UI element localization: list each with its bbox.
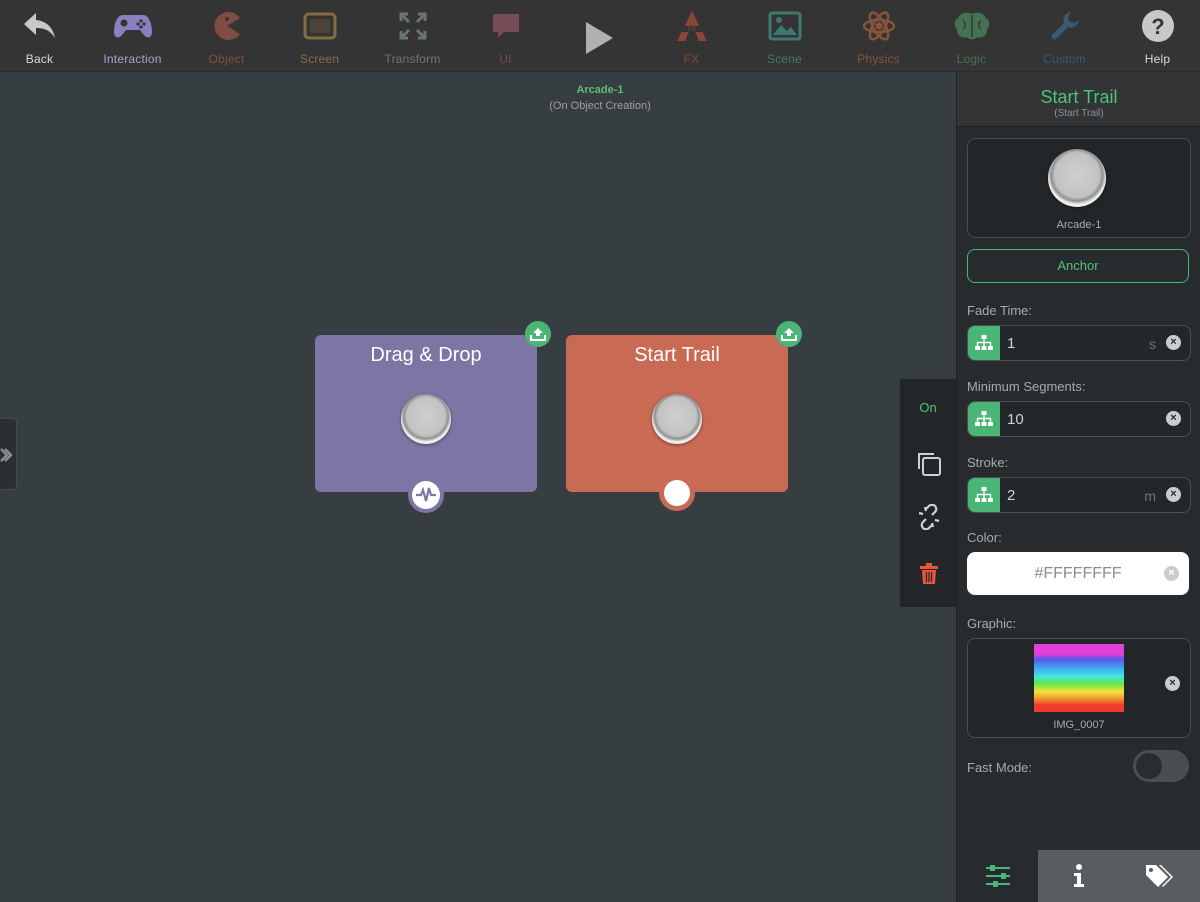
fade-time-label: Fade Time: (967, 303, 1033, 318)
fade-time-value: 1 (1007, 335, 1016, 352)
port-dot (664, 480, 690, 506)
toolbar-object-button[interactable]: Object (180, 0, 273, 71)
graphic-picker[interactable]: IMG_0007 × (967, 638, 1191, 738)
color-swatch-field[interactable]: #FFFFFFFF × (967, 552, 1189, 595)
panel-tab-bar (957, 850, 1200, 902)
clear-icon[interactable]: × (1166, 487, 1181, 502)
hierarchy-icon[interactable] (968, 402, 1000, 436)
toolbar-screen-button[interactable]: Screen (273, 0, 366, 71)
toolbar-logic-button[interactable]: Logic (925, 0, 1018, 71)
help-icon: ? (1138, 6, 1178, 46)
min-segments-label: Minimum Segments: (967, 379, 1086, 394)
back-arrow-icon (20, 6, 60, 46)
arcade-button-thumbnail (652, 394, 702, 444)
stroke-value: 2 (1007, 487, 1016, 504)
rainbow-gradient-image (1034, 644, 1124, 712)
svg-text:?: ? (1151, 14, 1164, 39)
speech-bubble-icon (486, 6, 526, 46)
upload-icon (530, 328, 546, 341)
upload-icon (781, 328, 797, 341)
tablet-icon (300, 6, 340, 46)
info-icon (1073, 864, 1084, 887)
toolbar-ui-button[interactable]: UI (459, 0, 552, 71)
clear-icon[interactable]: × (1166, 411, 1181, 426)
target-object-card[interactable]: Arcade-1 (967, 138, 1191, 238)
toolbar-interaction-button[interactable]: Interaction (86, 0, 179, 71)
brain-icon (952, 6, 992, 46)
node-context-toolbar: On (900, 379, 956, 607)
anchor-button[interactable]: Anchor (967, 249, 1189, 283)
min-segments-field[interactable]: 10 × (967, 401, 1191, 437)
panel-title: Start Trail (1040, 87, 1118, 107)
node-start-trail[interactable]: Start Trail (566, 321, 802, 511)
toolbar-play-button[interactable] (552, 0, 645, 71)
tab-info[interactable] (1038, 850, 1119, 902)
panel-header: Start Trail (Start Trail) (957, 72, 1200, 127)
double-chevron-icon (0, 448, 12, 462)
expand-icon (393, 6, 433, 46)
node-title: Drag & Drop (370, 344, 482, 366)
panel-subtitle: (Start Trail) (1054, 108, 1104, 119)
toolbar-fx-button[interactable]: FX FX (645, 0, 738, 71)
input-port[interactable] (659, 475, 695, 511)
node-drag-and-drop[interactable]: Drag & Drop (315, 321, 551, 513)
fast-mode-toggle[interactable] (1133, 750, 1189, 782)
export-badge[interactable] (525, 321, 551, 347)
toolbar-physics-button[interactable]: Physics (832, 0, 925, 71)
clear-icon[interactable]: × (1166, 335, 1181, 350)
toolbar-scene-button[interactable]: Scene (738, 0, 831, 71)
event-output-port[interactable] (408, 477, 444, 513)
hierarchy-icon[interactable] (968, 326, 1000, 360)
export-badge[interactable] (776, 321, 802, 347)
play-icon (579, 18, 619, 58)
node-title: Start Trail (634, 344, 720, 366)
pulse-icon (412, 481, 440, 509)
graphic-name: IMG_0007 (1053, 719, 1105, 731)
image-icon (765, 6, 805, 46)
sliders-icon (985, 865, 1010, 887)
tab-properties[interactable] (957, 850, 1038, 902)
fade-time-field[interactable]: 1 s × (967, 325, 1191, 361)
color-label: Color: (967, 530, 1002, 545)
toggle-knob (1136, 753, 1162, 779)
unlink-icon[interactable] (916, 503, 942, 535)
toolbar-custom-button[interactable]: Custom (1018, 0, 1111, 71)
stroke-unit: m (1144, 488, 1156, 504)
svg-text:FX: FX (688, 27, 696, 33)
tags-icon (1146, 865, 1173, 887)
fx-icon: FX (672, 6, 712, 46)
properties-panel: Start Trail (Start Trail) Arcade-1 Ancho… (956, 72, 1200, 902)
color-value: #FFFFFFFF (1034, 565, 1122, 582)
min-segments-value: 10 (1007, 411, 1024, 428)
toolbar-back-button[interactable]: Back (0, 0, 86, 71)
toolbar: Back Interaction Object Screen Transform… (0, 0, 1200, 72)
target-object-name: Arcade-1 (1056, 219, 1102, 231)
arcade-button-thumbnail (401, 394, 451, 444)
fast-mode-label: Fast Mode: (967, 760, 1033, 775)
stroke-field[interactable]: 2 m × (967, 477, 1191, 513)
clear-icon[interactable]: × (1165, 676, 1180, 691)
gamepad-icon (113, 6, 153, 46)
pacman-icon (207, 6, 247, 46)
toolbar-transform-button[interactable]: Transform (366, 0, 459, 71)
on-toggle[interactable]: On (900, 400, 956, 415)
tab-tags[interactable] (1119, 850, 1200, 902)
stroke-label: Stroke: (967, 455, 1009, 470)
atom-icon (859, 6, 899, 46)
toolbar-help-button[interactable]: ? Help (1111, 0, 1200, 71)
graphic-label: Graphic: (967, 616, 1017, 631)
duplicate-icon[interactable] (916, 451, 942, 482)
hierarchy-icon[interactable] (968, 478, 1000, 512)
left-drawer-tab[interactable] (0, 418, 17, 490)
trash-icon[interactable] (919, 563, 939, 590)
fade-time-unit: s (1149, 336, 1156, 352)
arcade-button-thumbnail (1048, 149, 1106, 207)
wrench-icon (1045, 6, 1085, 46)
clear-icon[interactable]: × (1164, 566, 1179, 581)
